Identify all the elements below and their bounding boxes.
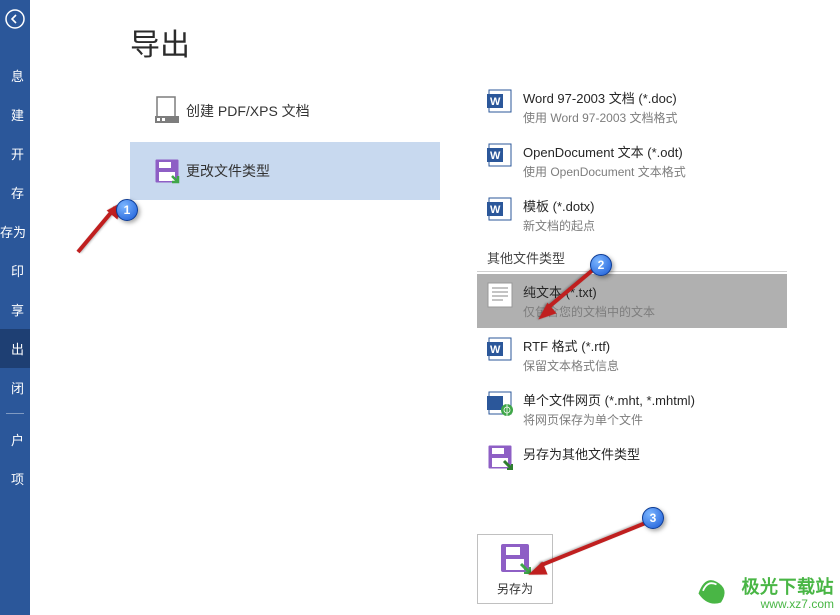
sidebar-item-print[interactable]: 印 bbox=[0, 251, 30, 290]
file-type-desc: 使用 OpenDocument 文本格式 bbox=[523, 163, 686, 180]
svg-text:W: W bbox=[490, 96, 501, 108]
file-type-panel: W Word 97-2003 文档 (*.doc) 使用 Word 97-200… bbox=[477, 80, 787, 478]
sidebar-item-options[interactable]: 项 bbox=[0, 459, 30, 498]
file-type-rtf[interactable]: W RTF 格式 (*.rtf) 保留文本格式信息 bbox=[477, 328, 787, 382]
file-type-dotx[interactable]: W 模板 (*.dotx) 新文档的起点 bbox=[477, 188, 787, 242]
svg-text:W: W bbox=[490, 204, 501, 216]
file-type-txt[interactable]: 纯文本 (*.txt) 仅包含您的文档中的文本 bbox=[477, 274, 787, 328]
file-type-odt[interactable]: W OpenDocument 文本 (*.odt) 使用 OpenDocumen… bbox=[477, 134, 787, 188]
file-type-mht[interactable]: 单个文件网页 (*.mht, *.mhtml) 将网页保存为单个文件 bbox=[477, 382, 787, 436]
export-option-label: 更改文件类型 bbox=[186, 161, 270, 181]
page-title: 导出 bbox=[130, 20, 190, 64]
watermark-url: www.xz7.com bbox=[742, 598, 835, 611]
export-option-change-file-type[interactable]: 更改文件类型 bbox=[130, 142, 440, 200]
sidebar-item-close[interactable]: 闭 bbox=[0, 368, 30, 407]
file-type-doc[interactable]: W Word 97-2003 文档 (*.doc) 使用 Word 97-200… bbox=[477, 80, 787, 134]
word-doc-icon: W bbox=[487, 336, 513, 362]
file-type-title: 纯文本 (*.txt) bbox=[523, 282, 655, 301]
file-type-desc: 保留文本格式信息 bbox=[523, 357, 619, 374]
sidebar-item-export[interactable]: 出 bbox=[0, 329, 30, 368]
sidebar-item-open[interactable]: 开 bbox=[0, 134, 30, 173]
backstage-sidebar: 息 建 开 存 存为 印 享 出 闭 户 项 bbox=[0, 0, 30, 615]
watermark-logo-icon bbox=[694, 571, 730, 607]
callout-1: 1 bbox=[116, 199, 138, 221]
separator bbox=[477, 271, 787, 272]
file-type-title: 模板 (*.dotx) bbox=[523, 196, 595, 215]
save-as-icon bbox=[487, 444, 513, 470]
sidebar-divider bbox=[6, 413, 24, 414]
word-doc-icon: W bbox=[487, 142, 513, 168]
export-options-list: 创建 PDF/XPS 文档 更改文件类型 bbox=[130, 80, 440, 200]
sidebar-item-share[interactable]: 享 bbox=[0, 290, 30, 329]
sidebar-item-save[interactable]: 存 bbox=[0, 173, 30, 212]
save-type-icon bbox=[148, 158, 186, 184]
file-type-title: 单个文件网页 (*.mht, *.mhtml) bbox=[523, 390, 695, 409]
export-option-pdfxps[interactable]: 创建 PDF/XPS 文档 bbox=[130, 80, 440, 142]
file-type-title: 另存为其他文件类型 bbox=[523, 444, 640, 463]
callout-3: 3 bbox=[642, 507, 664, 529]
save-as-label: 另存为 bbox=[497, 580, 533, 597]
back-arrow-icon bbox=[5, 9, 25, 29]
sidebar-item-saveas[interactable]: 存为 bbox=[0, 212, 30, 251]
word-doc-icon: W bbox=[487, 88, 513, 114]
watermark-text: 极光下载站 bbox=[742, 578, 835, 598]
file-type-desc: 新文档的起点 bbox=[523, 217, 595, 234]
sidebar-item-new[interactable]: 建 bbox=[0, 95, 30, 134]
file-type-desc: 将网页保存为单个文件 bbox=[523, 411, 695, 428]
svg-text:W: W bbox=[490, 150, 501, 162]
file-type-title: Word 97-2003 文档 (*.doc) bbox=[523, 88, 678, 107]
file-type-title: RTF 格式 (*.rtf) bbox=[523, 336, 619, 355]
file-type-other[interactable]: 另存为其他文件类型 bbox=[477, 436, 787, 478]
file-type-title: OpenDocument 文本 (*.odt) bbox=[523, 142, 686, 161]
content-area: 导出 创建 PDF/XPS 文档 bbox=[30, 0, 840, 615]
sidebar-item-info[interactable]: 息 bbox=[0, 56, 30, 95]
back-button[interactable] bbox=[0, 4, 30, 34]
txt-icon bbox=[487, 282, 513, 308]
watermark: 极光下载站 www.xz7.com bbox=[742, 578, 835, 611]
word-doc-icon: W bbox=[487, 196, 513, 222]
export-option-label: 创建 PDF/XPS 文档 bbox=[186, 101, 310, 121]
svg-text:W: W bbox=[490, 344, 501, 356]
file-type-desc: 使用 Word 97-2003 文档格式 bbox=[523, 109, 678, 126]
pdf-icon bbox=[148, 96, 186, 126]
web-page-icon bbox=[487, 390, 513, 416]
file-type-section-header: 其他文件类型 bbox=[477, 242, 787, 271]
callout-2: 2 bbox=[590, 254, 612, 276]
sidebar-item-account[interactable]: 户 bbox=[0, 420, 30, 459]
